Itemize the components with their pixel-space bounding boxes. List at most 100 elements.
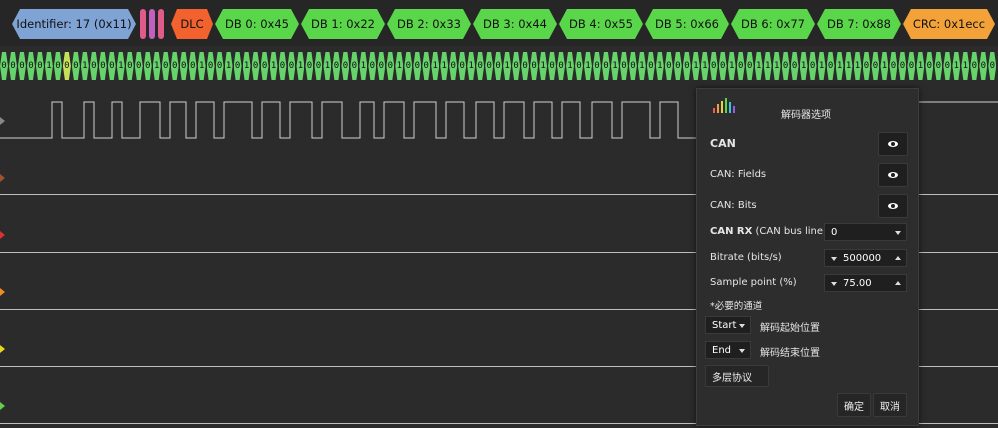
field-crc[interactable]: CRC: 0x1ecc: [903, 9, 995, 39]
field-marker-rtr: [140, 9, 146, 39]
bit-cell: 0: [925, 52, 933, 80]
field-crc-label: CRC: 0x1ecc: [912, 17, 986, 31]
decode-start-select[interactable]: Start: [705, 316, 751, 334]
bit-cell: 1: [45, 52, 53, 80]
bit-cell: 1: [323, 52, 331, 80]
field-db7[interactable]: DB 7: 0x88: [817, 9, 901, 39]
bit-cell: 1: [225, 52, 233, 80]
spin-up-icon[interactable]: [895, 256, 901, 260]
bit-cell: 0: [737, 52, 745, 80]
bit-cell: 0: [665, 52, 673, 80]
decode-end-select[interactable]: End: [705, 341, 751, 359]
decode-start-label: 解码起始位置: [760, 323, 820, 334]
cancel-button[interactable]: 取消: [873, 393, 907, 417]
bit-cell: 1: [431, 52, 439, 80]
bit-cell: 0: [90, 52, 98, 80]
toggle-bits-visibility-button[interactable]: [878, 194, 908, 218]
bit-cell: 0: [180, 52, 188, 80]
field-db-label: DB 2: 0x33: [396, 17, 461, 31]
channel-1-marker[interactable]: [0, 174, 5, 182]
channel-4-marker[interactable]: [0, 345, 5, 353]
fields-row-label: CAN: Fields: [710, 169, 767, 180]
bit-cell: 0: [305, 52, 313, 80]
channel-3-marker[interactable]: [0, 288, 5, 296]
bitrate-label: Bitrate (bits/s): [710, 252, 782, 263]
bit-cell: 0: [521, 52, 529, 80]
bit-cell: 0: [458, 52, 466, 80]
bit-cell: 0: [404, 52, 412, 80]
bit-cell: 0: [557, 52, 565, 80]
field-db-label: DB 6: 0x77: [740, 17, 805, 31]
bit-cell: 1: [566, 52, 574, 80]
toggle-fields-visibility-button[interactable]: [878, 163, 908, 187]
bit-cell: 1: [961, 52, 969, 80]
bit-cell: 0: [332, 52, 340, 80]
bit-cell: 0: [602, 52, 610, 80]
bit-cell: 0: [207, 52, 215, 80]
bit-cell: 1: [270, 52, 278, 80]
field-db-label: DB 4: 0x55: [568, 17, 633, 31]
can-rx-value: 0: [831, 226, 838, 238]
field-db-label: DB 7: 0x88: [826, 17, 891, 31]
can-rx-channel-select[interactable]: 0: [824, 223, 907, 241]
panel-title: 解码器选项: [781, 110, 831, 121]
bit-cell: 0: [135, 52, 143, 80]
bit-cell: 0: [970, 52, 978, 80]
bit-cell: 1: [198, 52, 206, 80]
bit-cell: 1: [818, 52, 826, 80]
multi-layer-protocol-button[interactable]: 多层协议: [705, 365, 769, 387]
bitrate-spinbox[interactable]: 500000: [824, 249, 907, 267]
field-db1[interactable]: DB 1: 0x22: [301, 9, 385, 39]
can-rx-label: CAN RX (CAN bus line) *: [710, 226, 835, 237]
bit-cell: 0: [189, 52, 197, 80]
field-db4[interactable]: DB 4: 0x55: [559, 9, 643, 39]
decode-end-label: 解码结束位置: [760, 348, 820, 359]
bit-cell: 0: [647, 52, 655, 80]
field-db5[interactable]: DB 5: 0x66: [645, 9, 729, 39]
field-db6[interactable]: DB 6: 0x77: [731, 9, 815, 39]
bit-cell: 1: [395, 52, 403, 80]
toggle-decoder-visibility-button[interactable]: [878, 132, 908, 156]
bit-cell: 0: [261, 52, 269, 80]
field-identifier[interactable]: Identifier: 17 (0x11): [12, 9, 136, 39]
decode-start-value: Start: [712, 319, 737, 331]
bit-cell: 0: [719, 52, 727, 80]
bit-cell: 0: [907, 52, 915, 80]
sample-point-spinbox[interactable]: 75.00: [824, 274, 907, 292]
ok-button[interactable]: 确定: [837, 393, 871, 417]
bit-cell: 0: [0, 52, 8, 80]
eye-icon: [888, 141, 898, 147]
bit-cell: 1: [539, 52, 547, 80]
field-dlc[interactable]: DLC: [171, 9, 213, 39]
bit-cell: 0: [99, 52, 107, 80]
spin-down-icon[interactable]: [831, 257, 837, 261]
bit-cell: 1: [81, 52, 89, 80]
bit-cell: 1: [153, 52, 161, 80]
bit-cell: 0: [674, 52, 682, 80]
field-db2[interactable]: DB 2: 0x33: [387, 9, 471, 39]
field-db-label: DB 1: 0x22: [310, 17, 375, 31]
bit-cell: 1: [836, 52, 844, 80]
spin-down-icon[interactable]: [831, 282, 837, 286]
field-db0[interactable]: DB 0: 0x45: [215, 9, 299, 39]
eye-icon: [888, 172, 898, 178]
bit-cell: 0: [449, 52, 457, 80]
bit-cell: 0: [710, 52, 718, 80]
bit-cell: 0: [341, 52, 349, 80]
bit-cell: 0: [279, 52, 287, 80]
channel-5-marker[interactable]: [0, 402, 5, 410]
bit-cell: 0: [108, 52, 116, 80]
channel-2-marker[interactable]: [0, 231, 5, 239]
bit-cell: 0: [988, 52, 996, 80]
bit-cell: 1: [117, 52, 125, 80]
bit-cell: 0: [386, 52, 394, 80]
spin-up-icon[interactable]: [895, 281, 901, 285]
field-db3[interactable]: DB 3: 0x44: [473, 9, 557, 39]
bit-cell: 0: [27, 52, 35, 80]
bit-cell: 0: [575, 52, 583, 80]
field-dlc-label: DLC: [180, 17, 204, 31]
bit-cell: 1: [755, 52, 763, 80]
bit-cell: 0: [54, 52, 62, 80]
decoded-fields-row: Identifier: 17 (0x11) DLC DB 0: 0x45 DB …: [0, 0, 998, 46]
chevron-down-icon: [739, 349, 745, 353]
